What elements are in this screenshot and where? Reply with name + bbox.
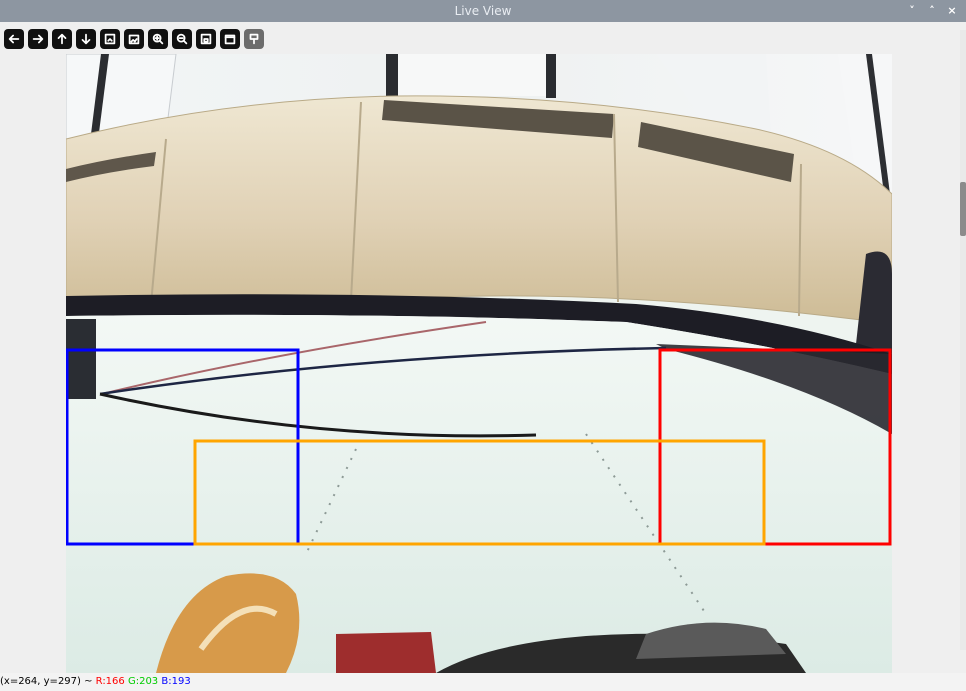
maximize-button[interactable]: ˄ (926, 5, 938, 17)
status-green-value: G:203 (127, 676, 159, 687)
pan-down-button[interactable] (76, 29, 96, 49)
window-titlebar: Live View ˅ ˄ × (0, 0, 966, 22)
fit-window-icon (104, 33, 116, 45)
vertical-scrollbar[interactable] (960, 30, 966, 650)
window-center (386, 54, 546, 96)
toolbar (0, 24, 264, 54)
window-title: Live View (454, 4, 512, 18)
status-bar: (x=264, y=297) ~ R:166 G:203 B:193 (0, 673, 966, 691)
pan-up-button[interactable] (52, 29, 72, 49)
left-post (66, 319, 96, 399)
zoom-in-button[interactable] (148, 29, 168, 49)
status-red-value: R:166 (95, 676, 125, 687)
image-button[interactable] (124, 29, 144, 49)
red-board (336, 632, 436, 673)
pan-right-button[interactable] (28, 29, 48, 49)
pan-left-icon (8, 34, 20, 44)
window-controls: ˅ ˄ × (906, 0, 958, 22)
properties-icon (224, 34, 236, 45)
save-icon (200, 33, 212, 45)
scrollbar-thumb[interactable] (960, 182, 966, 236)
save-button[interactable] (196, 29, 216, 49)
properties-button[interactable] (220, 29, 240, 49)
brush-button[interactable] (244, 29, 264, 49)
image-icon (128, 34, 140, 45)
status-blue-value: B:193 (161, 676, 191, 687)
close-button[interactable]: × (946, 5, 958, 17)
image-view-area (0, 54, 966, 674)
zoom-out-button[interactable] (172, 29, 192, 49)
pan-right-icon (32, 34, 44, 44)
live-view-window: Live View ˅ ˄ × (x=264, y=297) ~ R:166 G… (0, 0, 966, 691)
brush-icon (249, 33, 259, 45)
minimize-button[interactable]: ˅ (906, 5, 918, 17)
pan-down-icon (81, 33, 91, 45)
fit-window-button[interactable] (100, 29, 120, 49)
camera-frame[interactable] (66, 54, 892, 673)
camera-scene (66, 54, 892, 673)
zoom-out-icon (176, 33, 188, 45)
pan-left-button[interactable] (4, 29, 24, 49)
pan-up-icon (57, 33, 67, 45)
status-coordinates: (x=264, y=297) ~ (0, 676, 96, 687)
zoom-in-icon (152, 33, 164, 45)
